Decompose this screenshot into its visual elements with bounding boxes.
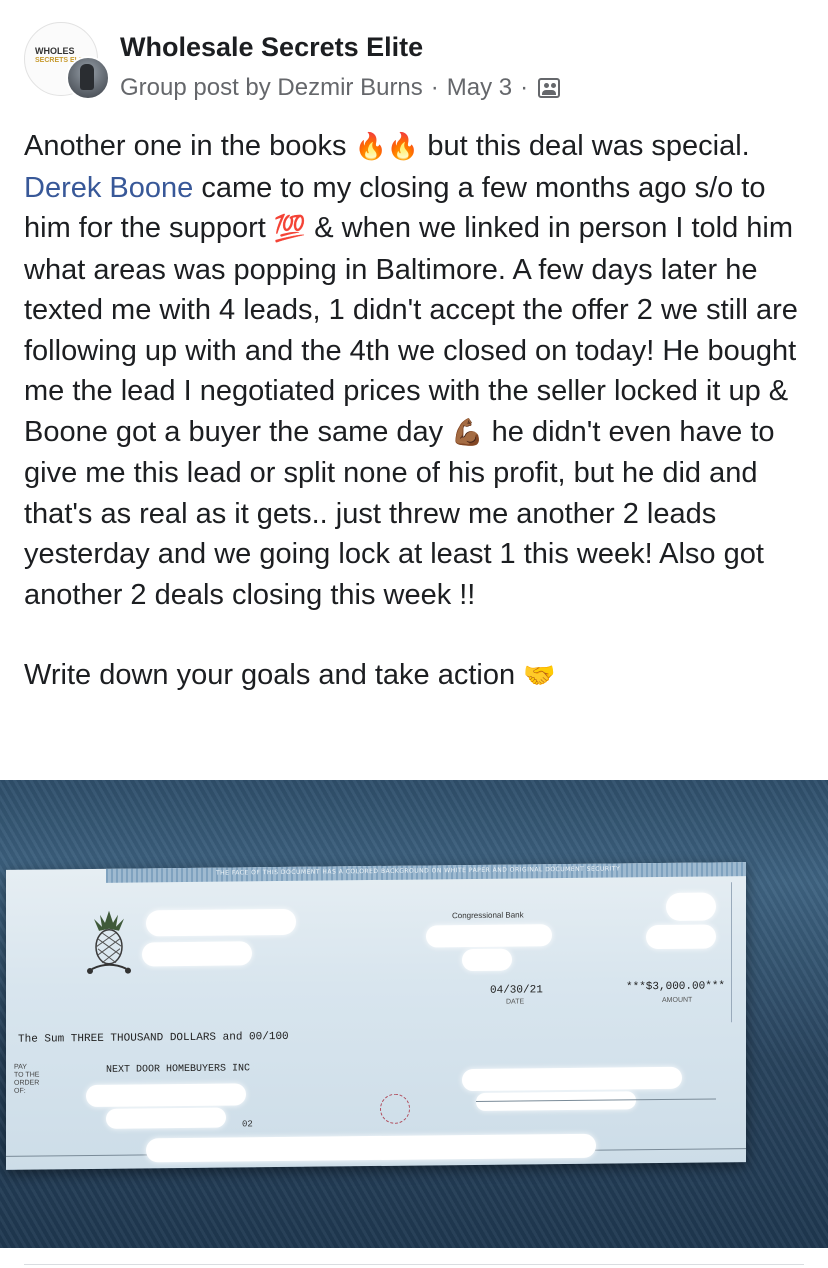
redaction — [462, 948, 512, 972]
post-body: Another one in the books 🔥🔥 but this dea… — [24, 126, 814, 697]
check-seal-icon — [380, 1093, 410, 1124]
fire-emoji-icon: 🔥🔥 — [354, 132, 420, 162]
meta-separator: · — [430, 74, 439, 101]
members-icon — [538, 78, 561, 98]
check-pay-label: PAY TO THE ORDER OF: — [14, 1063, 40, 1095]
post-paragraph: Write down your goals and take action 🤝 — [24, 655, 814, 697]
mention-link[interactable]: Derek Boone — [24, 172, 193, 204]
redaction — [146, 1133, 596, 1163]
redaction — [146, 908, 296, 937]
check-payee: NEXT DOOR HOMEBUYERS INC — [106, 1063, 251, 1076]
flexed-biceps-emoji-icon: 💪🏾 — [451, 417, 484, 448]
check-number-fragment: 02 — [242, 1119, 253, 1130]
post-header: WHOLES SECRETS ELITE Wholesale Secrets E… — [24, 22, 804, 106]
check-amount: ***$3,000.00*** — [626, 980, 726, 994]
redaction — [142, 941, 252, 967]
post-text: but this deal was special. — [419, 130, 750, 162]
meta-separator: · — [520, 74, 529, 101]
handshake-emoji-icon: 🤝 — [523, 661, 556, 691]
check-written-amount: The Sum THREE THOUSAND DOLLARS and 00/10… — [18, 1030, 289, 1046]
post-photo[interactable]: THE FACE OF THIS DOCUMENT HAS A COLORED … — [0, 780, 828, 1248]
check-amount-label: AMOUNT — [662, 996, 693, 1005]
hundred-emoji-icon: 💯 — [273, 214, 307, 244]
post-divider — [24, 1264, 804, 1265]
group-logo-text: WHOLES — [35, 46, 75, 56]
post-paragraph: Another one in the books 🔥🔥 but this dea… — [24, 126, 814, 615]
check-date: 04/30/21 — [490, 984, 543, 997]
post-text: Write down your goals and take action — [24, 659, 524, 691]
redaction — [426, 924, 552, 948]
check-side-strip — [731, 882, 742, 1023]
check-date-label: DATE — [506, 998, 525, 1006]
group-name-link[interactable]: Wholesale Secrets Elite — [120, 32, 423, 63]
post-meta: Group post by Dezmir Burns · May 3 · — [120, 74, 561, 102]
redaction — [86, 1083, 246, 1108]
avatar-group[interactable]: WHOLES SECRETS ELITE — [24, 22, 110, 102]
redaction — [106, 1107, 226, 1129]
post-date-link[interactable]: May 3 — [447, 74, 512, 102]
author-avatar[interactable] — [66, 56, 110, 100]
author-name-link[interactable]: Dezmir Burns — [277, 74, 422, 102]
redaction — [646, 924, 716, 950]
check-band-text: THE FACE OF THIS DOCUMENT HAS A COLORED … — [216, 865, 621, 877]
post-meta-prefix: Group post by — [120, 74, 271, 101]
pineapple-logo-icon — [87, 910, 131, 974]
redaction — [666, 892, 716, 921]
bank-name: Congressional Bank — [452, 910, 524, 921]
redaction — [462, 1066, 682, 1092]
check-security-band: THE FACE OF THIS DOCUMENT HAS A COLORED … — [106, 862, 746, 883]
post-text: & when we linked in person I told him wh… — [24, 212, 798, 448]
post-text: Another one in the books — [24, 130, 355, 162]
check-image: THE FACE OF THIS DOCUMENT HAS A COLORED … — [6, 862, 746, 1170]
